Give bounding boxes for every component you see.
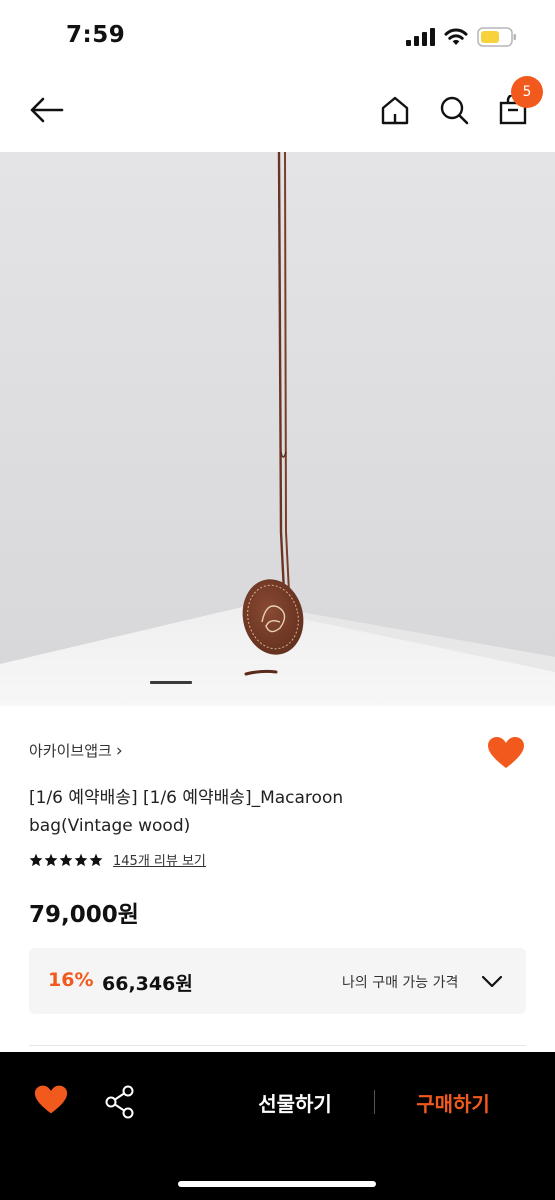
- search-button[interactable]: [433, 90, 475, 130]
- chevron-right-icon: ›: [115, 740, 123, 761]
- product-image-carousel[interactable]: [0, 152, 555, 706]
- carousel-slide-indicator: [150, 681, 192, 684]
- home-indicator[interactable]: [178, 1181, 376, 1187]
- bottom-bar-divider: [374, 1090, 375, 1114]
- brand-link[interactable]: 아카이브앱크 ›: [29, 740, 123, 761]
- search-icon: [440, 96, 469, 125]
- product-price: 79,000원: [29, 902, 139, 928]
- home-icon: [381, 96, 409, 125]
- bottom-action-bar: 선물하기 구매하기: [0, 1052, 555, 1200]
- star-icon: [29, 853, 43, 866]
- gift-button[interactable]: 선물하기: [230, 1084, 360, 1120]
- buy-button[interactable]: 구매하기: [392, 1084, 514, 1120]
- macaroon-bag-product-photo: [0, 152, 555, 706]
- discount-rate: 16%: [48, 969, 94, 991]
- star-icon: [74, 853, 88, 866]
- rating-row: 145개 리뷰 보기: [29, 850, 206, 869]
- my-price-dropdown[interactable]: 16% 66,346원 나의 구매 가능 가격: [29, 948, 526, 1014]
- brand-name: 아카이브앱크: [29, 742, 112, 760]
- discount-price: 66,346원: [102, 973, 193, 995]
- share-button[interactable]: [103, 1084, 137, 1120]
- product-title: [1/6 예약배송] [1/6 예약배송]_Macaroon bag(Vinta…: [29, 788, 344, 836]
- bottom-wishlist-button[interactable]: [34, 1084, 70, 1118]
- status-time: 7:59: [66, 22, 126, 48]
- star-rating: [29, 853, 103, 867]
- star-icon: [59, 853, 73, 866]
- top-navigation: [0, 72, 555, 150]
- home-button[interactable]: [374, 90, 416, 130]
- back-button[interactable]: [24, 90, 68, 130]
- wishlist-button[interactable]: [487, 736, 525, 772]
- cellular-signal-icon: [406, 28, 435, 46]
- review-link[interactable]: 145개 리뷰 보기: [113, 850, 206, 869]
- my-price-label: 나의 구매 가능 가격: [342, 975, 459, 991]
- star-icon: [44, 853, 58, 866]
- battery-icon: [477, 27, 516, 47]
- chevron-down-icon: [481, 975, 503, 988]
- status-bar: 7:59: [0, 0, 555, 70]
- star-icon: [89, 853, 103, 866]
- heart-icon: [34, 1085, 68, 1114]
- cart-count-badge: 5: [511, 76, 543, 108]
- wifi-icon: [444, 28, 468, 45]
- share-icon: [105, 1085, 134, 1119]
- section-divider: [29, 1045, 526, 1046]
- heart-icon: [488, 737, 524, 768]
- back-arrow-icon: [30, 97, 64, 123]
